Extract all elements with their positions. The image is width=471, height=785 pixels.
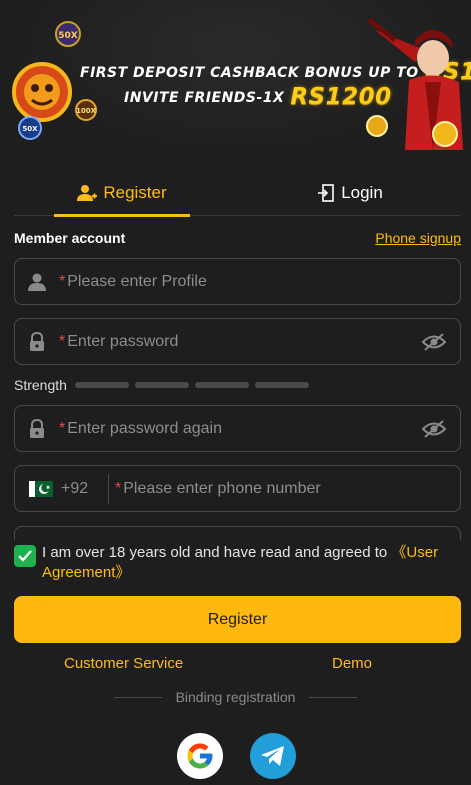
- section-title: Member account: [14, 230, 126, 246]
- strength-bar-segment: [74, 382, 129, 388]
- auth-tabs: Register Login: [14, 170, 460, 217]
- svg-text:50X: 50X: [22, 125, 38, 133]
- tab-login[interactable]: Login: [282, 170, 418, 216]
- phone-field[interactable]: +92 * Please enter phone number: [14, 465, 461, 512]
- customer-service-link[interactable]: Customer Service: [64, 655, 183, 672]
- profile-field[interactable]: * Please enter Profile: [14, 258, 461, 305]
- lock-icon: [15, 331, 59, 352]
- strength-bar-segment: [194, 382, 249, 388]
- country-code-selector[interactable]: +92: [15, 473, 109, 504]
- agreement-checkbox[interactable]: [14, 545, 36, 567]
- password-strength: Strength: [14, 377, 315, 393]
- telegram-icon: [261, 746, 284, 766]
- profile-input[interactable]: * Please enter Profile: [59, 273, 460, 291]
- password-confirm-field[interactable]: * Enter password again: [14, 405, 461, 452]
- password-input[interactable]: * Enter password: [59, 333, 408, 351]
- demo-link[interactable]: Demo: [332, 655, 372, 672]
- google-signup-button[interactable]: [177, 733, 223, 779]
- password-confirm-input[interactable]: * Enter password again: [59, 420, 408, 438]
- promo-banner[interactable]: 50X 100X 50X FIRST DEPOSIT CASHBACK BONU…: [0, 0, 471, 160]
- agreement-row: I am over 18 years old and have read and…: [14, 543, 461, 583]
- google-icon: [187, 743, 213, 769]
- banner-invite-text: INVITE FRIENDS-1X RS1200: [124, 84, 392, 110]
- divider-line: [309, 696, 358, 698]
- user-icon: [15, 272, 59, 292]
- country-code: +92: [61, 479, 89, 497]
- checkmark-icon: [18, 550, 32, 562]
- help-links: Customer Service Demo: [0, 655, 471, 673]
- phone-signup-link[interactable]: Phone signup: [375, 230, 461, 246]
- strength-bar-segment: [254, 382, 309, 388]
- login-door-icon: [318, 184, 334, 202]
- eye-off-icon[interactable]: [408, 332, 460, 351]
- strength-label: Strength: [14, 377, 67, 393]
- pakistan-flag-icon: [29, 480, 53, 497]
- binding-registration-divider: Binding registration: [0, 689, 471, 705]
- member-account-header: Member account Phone signup: [14, 229, 461, 247]
- user-add-icon: [77, 185, 98, 201]
- eye-off-icon[interactable]: [408, 419, 460, 438]
- agreement-text: I am over 18 years old and have read and…: [42, 544, 439, 581]
- svg-text:50X: 50X: [58, 31, 78, 41]
- divider-line: [113, 696, 162, 698]
- lock-icon: [15, 418, 59, 439]
- tab-register[interactable]: Register: [54, 170, 190, 217]
- svg-text:100X: 100X: [76, 107, 97, 115]
- next-field-partial: [14, 526, 461, 540]
- register-button[interactable]: Register: [14, 596, 461, 643]
- phone-input[interactable]: * Please enter phone number: [109, 480, 460, 498]
- pilot-character-art: [366, 18, 463, 150]
- strength-bar-segment: [134, 382, 189, 388]
- tab-register-label: Register: [103, 183, 167, 202]
- tab-login-label: Login: [341, 183, 383, 202]
- binding-label: Binding registration: [175, 689, 296, 705]
- telegram-signup-button[interactable]: [250, 733, 296, 779]
- password-field[interactable]: * Enter password: [14, 318, 461, 365]
